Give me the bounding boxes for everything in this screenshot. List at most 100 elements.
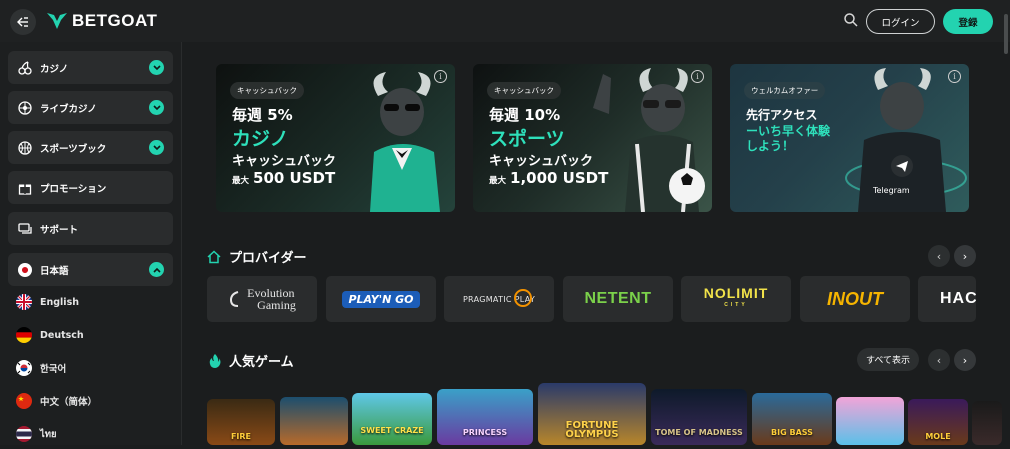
promo-banner-sports-cashback[interactable]: キャッシュバック i 毎週 10% スポーツ キャッシュバック 最大 1,000…	[473, 64, 712, 212]
language-selector[interactable]: 日本語	[8, 253, 173, 286]
game-tile[interactable]	[280, 397, 348, 445]
cherries-icon	[18, 60, 32, 75]
game-tile[interactable]	[972, 401, 1002, 445]
banner-headline: 毎週 10%	[489, 106, 561, 124]
banner-max-prefix: 最大	[232, 176, 250, 186]
provider-pragmatic-play[interactable]: PRAGMATIC PLAY	[444, 276, 554, 322]
top-header: BETGOAT ログイン 登録	[0, 0, 1010, 54]
providers-title: プロバイダー	[229, 251, 307, 266]
provider-name: NETENT	[584, 290, 652, 307]
provider-name: INOUT	[827, 288, 883, 309]
provider-evolution-gaming[interactable]: Evolution Gaming	[207, 276, 317, 322]
providers-section-header: プロバイダー	[207, 247, 306, 266]
sidebar-item-label: プロモーション	[40, 183, 107, 195]
korea-flag-icon	[16, 360, 32, 376]
game-tile[interactable]: FORTUNE OLYMPUS	[538, 383, 646, 445]
login-button[interactable]: ログイン	[866, 9, 935, 34]
banner-headline: 毎週 5%	[232, 106, 293, 124]
sidebar-item-support[interactable]: サポート	[8, 212, 173, 245]
banner-amount: 500 USDT	[253, 169, 336, 187]
pragmatic-play-logo-icon	[514, 289, 532, 307]
banner-tag: キャッシュバック	[487, 82, 561, 99]
providers-prev-button[interactable]: ‹	[928, 245, 950, 267]
game-tile[interactable]: MOLE	[908, 399, 968, 445]
game-tile[interactable]: PRINCESS	[437, 389, 533, 445]
banner-subhead: キャッシュバック	[232, 154, 337, 169]
game-title: FORTUNE OLYMPUS	[565, 420, 619, 440]
japan-flag-icon	[18, 262, 32, 277]
game-tile[interactable]	[836, 397, 904, 445]
register-button[interactable]: 登録	[943, 9, 993, 34]
sidebar-item-live-casino[interactable]: ライブカジノ	[8, 91, 173, 124]
language-option-label: 한국어	[40, 364, 67, 375]
gift-icon	[18, 181, 32, 195]
goat-logo-icon	[47, 13, 67, 29]
language-option-label: ไทย	[40, 428, 57, 440]
goat-mascot-sports-illustration	[593, 68, 705, 212]
search-button[interactable]	[843, 12, 861, 30]
game-title: MOLE	[925, 432, 951, 441]
game-tile[interactable]: TOME OF MADNESS	[651, 389, 747, 445]
chevron-down-icon[interactable]	[149, 60, 164, 75]
chevron-down-icon[interactable]	[149, 100, 164, 115]
show-all-games-button[interactable]: すべて表示	[857, 348, 919, 371]
brand-logo[interactable]: BETGOAT	[46, 10, 157, 32]
thailand-flag-icon	[16, 426, 32, 442]
banner-highlight: カジノ	[232, 128, 289, 150]
sidebar-item-promotions[interactable]: プロモーション	[8, 171, 173, 204]
language-option-english[interactable]: English	[8, 287, 173, 317]
provider-nolimit-city[interactable]: NOLIMIT CITY	[681, 276, 791, 322]
provider-hacksaw[interactable]: HACKS	[918, 276, 976, 322]
provider-name: HACKS	[940, 290, 976, 307]
fire-icon	[209, 354, 221, 368]
promo-banner-welcome-offer[interactable]: ウェルカムオファー i 先行アクセス ーいち早く体験しよう！ Telegram	[730, 64, 969, 212]
game-tile[interactable]: BIG BASS	[752, 393, 832, 445]
chevron-down-icon[interactable]	[149, 140, 164, 155]
games-next-button[interactable]: ›	[954, 349, 976, 371]
banner-highlight: スポーツ	[489, 128, 565, 150]
promo-banner-casino-cashback[interactable]: キャッシュバック i 毎週 5% カジノ キャッシュバック 最大 500 USD…	[216, 64, 455, 212]
banner-tag: ウェルカムオファー	[744, 82, 826, 99]
uk-flag-icon	[16, 294, 32, 310]
providers-next-button[interactable]: ›	[954, 245, 976, 267]
sidebar-item-label: カジノ	[40, 63, 69, 75]
goat-mascot-casino-illustration	[370, 72, 440, 212]
evolution-logo-icon	[230, 291, 239, 307]
page-scrollbar[interactable]	[1004, 14, 1008, 54]
popular-games-title: 人気ゲーム	[229, 355, 294, 370]
provider-inout[interactable]: INOUT	[800, 276, 910, 322]
brand-name: BETGOAT	[72, 11, 158, 30]
sidebar-item-label: サポート	[40, 224, 79, 236]
china-flag-icon	[16, 393, 32, 409]
home-icon	[207, 249, 221, 263]
telegram-label: Telegram	[873, 186, 910, 195]
sidebar-item-casino[interactable]: カジノ	[8, 51, 173, 84]
game-title: TOME OF MADNESS	[655, 428, 743, 437]
sidebar-item-label: スポーツブック	[40, 143, 107, 155]
popular-games-section-header: 人気ゲーム	[209, 351, 294, 370]
provider-evolution-text: Evolution Gaming	[247, 287, 296, 311]
provider-name-block: NOLIMIT CITY	[704, 286, 769, 311]
game-title: FIRE	[230, 432, 252, 441]
germany-flag-icon	[16, 327, 32, 343]
game-title: SWEET CRAZE	[360, 426, 424, 435]
banner-max-prefix: 最大	[489, 176, 507, 186]
provider-playngo[interactable]: PLAY'N GO	[326, 276, 436, 322]
search-icon	[844, 13, 858, 27]
game-tile[interactable]: SWEET CRAZE	[352, 393, 432, 445]
sidebar-toggle-button[interactable]	[10, 9, 36, 35]
language-option-german[interactable]: Deutsch	[8, 320, 173, 350]
provider-netent[interactable]: NETENT	[563, 276, 673, 322]
language-option-chinese[interactable]: 中文（简体）	[8, 386, 173, 416]
language-selected-label: 日本語	[40, 265, 69, 277]
language-option-label: English	[40, 296, 79, 308]
language-option-korean[interactable]: 한국어	[8, 353, 173, 383]
banner-amount-row: 最大 500 USDT	[232, 169, 335, 187]
roulette-icon	[18, 100, 32, 115]
chevron-up-icon[interactable]	[149, 262, 164, 277]
game-tile[interactable]: FIRE	[207, 399, 275, 445]
language-option-label: Deutsch	[40, 329, 84, 341]
games-prev-button[interactable]: ‹	[928, 349, 950, 371]
sidebar-item-sportsbook[interactable]: スポーツブック	[8, 131, 173, 164]
menu-collapse-icon	[17, 17, 28, 27]
